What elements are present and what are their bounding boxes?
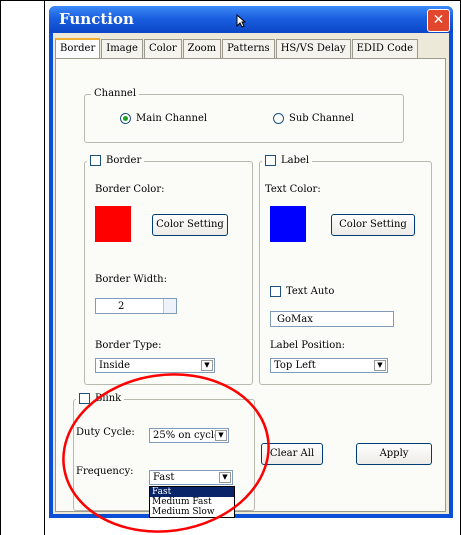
main-channel-label: Main Channel [136,113,208,124]
label-position-label: Label Position: [270,340,346,351]
border-color-setting-button[interactable]: Color Setting [152,214,228,236]
window-title: Function [59,10,134,28]
text-auto-label: Text Auto [286,286,335,297]
frequency-value: Fast [153,472,175,483]
blink-legend-text: Blink [95,393,122,404]
frequency-select[interactable]: Fast ▼ [149,470,233,485]
label-checkbox[interactable] [265,155,276,166]
text-auto-check[interactable] [270,286,281,297]
dialog-client: Border Image Color Zoom Patterns HS/VS D… [53,33,449,518]
border-legend-text: Border [106,155,142,166]
text-color-setting-button[interactable]: Color Setting [331,214,415,236]
channel-group: Channel Main Channel Sub Channel [84,88,404,143]
label-group: Label Text Color: Color Setting Text Aut… [259,155,432,385]
border-width-spin-buttons[interactable] [163,299,176,313]
text-color-label: Text Color: [265,184,321,195]
border-checkbox[interactable] [90,155,101,166]
duty-cycle-value: 25% on cycle [153,430,221,441]
channel-legend-text: Channel [94,88,137,99]
chevron-down-icon[interactable]: ▼ [374,360,386,371]
border-width-label: Border Width: [95,274,167,285]
border-type-label: Border Type: [95,340,162,351]
label-position-select[interactable]: Top Left ▼ [270,358,388,373]
tab-strip: Border Image Color Zoom Patterns HS/VS D… [55,38,419,60]
main-channel-radio-dot[interactable] [120,113,131,124]
border-type-value: Inside [99,360,131,371]
apply-button[interactable]: Apply [356,443,432,465]
tab-image[interactable]: Image [101,39,143,59]
label-legend[interactable]: Label [262,155,313,166]
label-text-value: GoMax [277,314,313,325]
main-channel-radio[interactable]: Main Channel [120,113,207,124]
mouse-pointer-icon [236,14,246,28]
blink-checkbox[interactable] [79,393,90,404]
duty-cycle-select[interactable]: 25% on cycle ▼ [149,428,229,443]
channel-legend: Channel [91,88,140,99]
text-auto-checkbox[interactable]: Text Auto [270,286,334,297]
clear-all-button[interactable]: Clear All [261,443,323,465]
close-icon[interactable]: ✕ [427,9,450,32]
tab-patterns[interactable]: Patterns [222,39,275,59]
chevron-down-icon[interactable]: ▼ [215,430,227,441]
border-color-label: Border Color: [95,184,165,195]
blink-group: Blink Duty Cycle: 25% on cycle ▼ Frequen… [73,393,255,518]
title-bar[interactable]: Function ✕ [49,6,453,33]
tab-color[interactable]: Color [143,39,182,59]
label-position-value: Top Left [274,360,316,371]
frequency-option-medium-fast[interactable]: Medium Fast [150,497,234,507]
label-text-input[interactable]: GoMax [270,311,394,327]
frequency-dropdown-list[interactable]: Fast Medium Fast Medium Slow [149,486,235,518]
border-color-swatch[interactable] [95,206,131,242]
border-tab-panel: Channel Main Channel Sub Channel Border … [55,58,446,518]
tab-border[interactable]: Border [55,38,101,60]
border-width-stepper[interactable]: 2 [95,298,177,314]
frame-left-line [0,0,1,535]
frequency-option-fast[interactable]: Fast [150,487,234,497]
tab-edid-code[interactable]: EDID Code [351,39,419,59]
sub-channel-label: Sub Channel [289,113,354,124]
function-dialog: Function ✕ Border Image Color Zoom Patte… [49,6,453,518]
sub-channel-radio-dot[interactable] [273,113,284,124]
frequency-option-medium-slow[interactable]: Medium Slow [150,507,234,517]
text-color-swatch[interactable] [270,206,306,242]
frame-divider-line [44,0,45,535]
blink-legend[interactable]: Blink [76,393,125,404]
chevron-down-icon[interactable]: ▼ [219,472,231,483]
border-legend[interactable]: Border [87,155,145,166]
border-type-select[interactable]: Inside ▼ [95,358,215,373]
frame-top-line [0,0,461,1]
duty-cycle-label: Duty Cycle: [76,427,135,438]
label-legend-text: Label [281,155,310,166]
frequency-label: Frequency: [76,466,134,477]
sub-channel-radio[interactable]: Sub Channel [273,113,354,124]
chevron-down-icon[interactable]: ▼ [201,360,213,371]
tab-zoom[interactable]: Zoom [182,39,222,59]
border-group: Border Border Color: Color Setting Borde… [84,155,253,385]
tab-hs-vs-delay[interactable]: HS/VS Delay [275,39,351,59]
border-width-value: 2 [118,301,125,312]
